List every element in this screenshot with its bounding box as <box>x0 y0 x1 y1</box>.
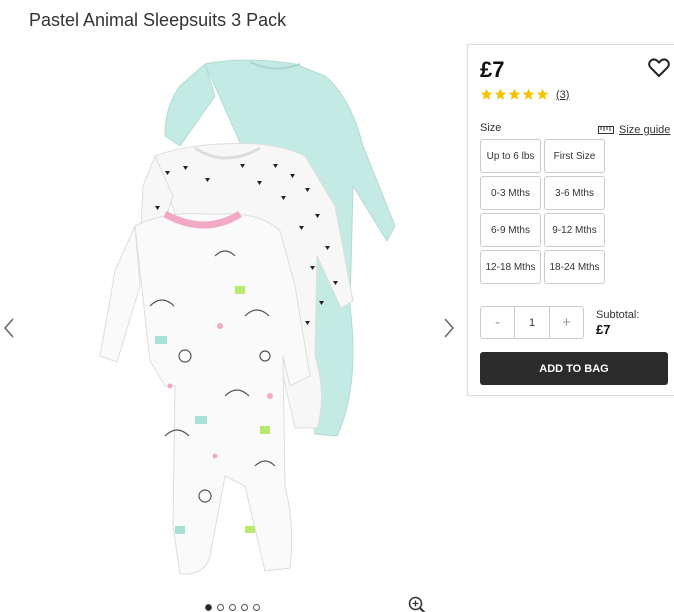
review-count-link[interactable]: (3) <box>556 89 569 101</box>
size-label: Size <box>480 122 502 134</box>
gallery-dot[interactable] <box>229 604 236 611</box>
star-icon <box>508 88 521 100</box>
product-gallery <box>0 48 462 612</box>
size-option[interactable]: First Size <box>544 139 605 173</box>
subtotal-value: £7 <box>596 322 611 337</box>
quantity-increase-button[interactable]: + <box>550 307 583 338</box>
quantity-stepper: - 1 + <box>480 306 584 339</box>
ruler-icon <box>598 126 614 134</box>
star-icon <box>522 88 535 100</box>
subtotal-label: Subtotal: <box>596 309 640 321</box>
star-rating: (3) <box>480 88 569 101</box>
size-option[interactable]: 3-6 Mths <box>544 176 605 210</box>
zoom-in-icon[interactable] <box>408 596 426 612</box>
quantity-decrease-button[interactable]: - <box>481 307 514 338</box>
size-option[interactable]: 18-24 Mths <box>544 250 605 284</box>
animal-sleepsuit <box>99 210 311 575</box>
size-guide-link[interactable]: Size guide <box>598 124 670 136</box>
star-icon <box>536 88 549 100</box>
product-price: £7 <box>480 57 505 82</box>
size-option[interactable]: 12-18 Mths <box>480 250 541 284</box>
size-option[interactable]: 0-3 Mths <box>480 176 541 210</box>
gallery-dot[interactable] <box>205 604 212 611</box>
product-title: Pastel Animal Sleepsuits 3 Pack <box>29 10 287 30</box>
gallery-dot[interactable] <box>217 604 224 611</box>
size-guide-label: Size guide <box>619 124 671 136</box>
star-icon <box>494 88 507 100</box>
product-image[interactable] <box>95 56 405 584</box>
heart-icon[interactable] <box>648 58 670 78</box>
quantity-input[interactable]: 1 <box>514 307 550 338</box>
purchase-panel: £7 (3) Size Size guide Up to 6 lbs First… <box>467 44 674 396</box>
star-icon <box>480 88 493 100</box>
add-to-bag-button[interactable]: ADD TO BAG <box>480 352 668 385</box>
size-option[interactable]: Up to 6 lbs <box>480 139 541 173</box>
size-option[interactable]: 6-9 Mths <box>480 213 541 247</box>
gallery-dots <box>205 604 260 611</box>
size-option[interactable]: 9-12 Mths <box>544 213 605 247</box>
chevron-left-icon[interactable] <box>3 318 18 340</box>
chevron-right-icon[interactable] <box>444 318 458 340</box>
gallery-dot[interactable] <box>253 604 260 611</box>
gallery-dot[interactable] <box>241 604 248 611</box>
size-options: Up to 6 lbs First Size 0-3 Mths 3-6 Mths… <box>480 139 605 284</box>
